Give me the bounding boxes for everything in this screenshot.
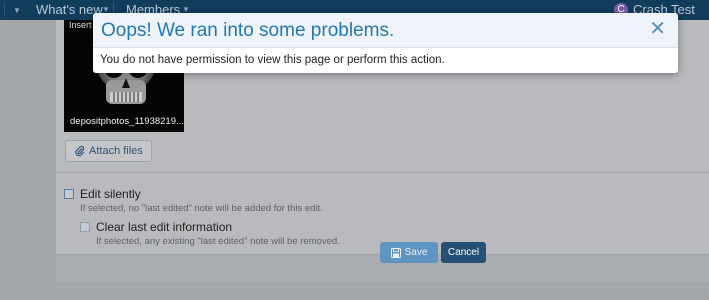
attachment-filename[interactable]: depositphotos_11938219... bbox=[70, 116, 184, 127]
page-bottom-edge bbox=[0, 282, 709, 300]
error-dialog: Oops! We ran into some problems. ✕ You d… bbox=[93, 13, 678, 73]
cancel-button-label: Cancel bbox=[447, 247, 480, 258]
floppy-disk-icon bbox=[390, 247, 401, 258]
cancel-button[interactable]: Cancel bbox=[441, 242, 486, 263]
dialog-title: Oops! We ran into some problems. bbox=[101, 20, 395, 41]
edit-silently-hint: If selected, no "last edited" note will … bbox=[80, 203, 323, 214]
close-icon[interactable]: ✕ bbox=[649, 18, 666, 40]
clear-last-edit-option[interactable]: Clear last edit information bbox=[80, 220, 232, 234]
nav-left-stub[interactable]: ▼ bbox=[0, 0, 28, 20]
save-button-label: Save bbox=[404, 247, 428, 258]
edit-silently-checkbox[interactable] bbox=[64, 189, 74, 199]
page-left-gutter bbox=[0, 20, 56, 282]
clear-last-edit-hint: If selected, any existing "last edited" … bbox=[96, 236, 340, 247]
chevron-down-icon[interactable]: ▼ bbox=[13, 6, 21, 15]
save-button[interactable]: Save bbox=[380, 242, 438, 263]
clear-last-edit-label[interactable]: Clear last edit information bbox=[96, 220, 232, 234]
dialog-header: Oops! We ran into some problems. ✕ bbox=[93, 13, 678, 48]
dialog-message: You do not have permission to view this … bbox=[100, 54, 445, 66]
attach-files-label: Attach files bbox=[89, 145, 143, 157]
nav-separator bbox=[4, 3, 5, 17]
paperclip-icon bbox=[75, 145, 85, 157]
section-divider bbox=[56, 172, 709, 173]
edit-silently-label[interactable]: Edit silently bbox=[80, 187, 141, 201]
clear-last-edit-checkbox[interactable] bbox=[80, 222, 90, 232]
edit-silently-option[interactable]: Edit silently bbox=[64, 187, 141, 201]
attach-files-button[interactable]: Attach files bbox=[65, 140, 152, 162]
